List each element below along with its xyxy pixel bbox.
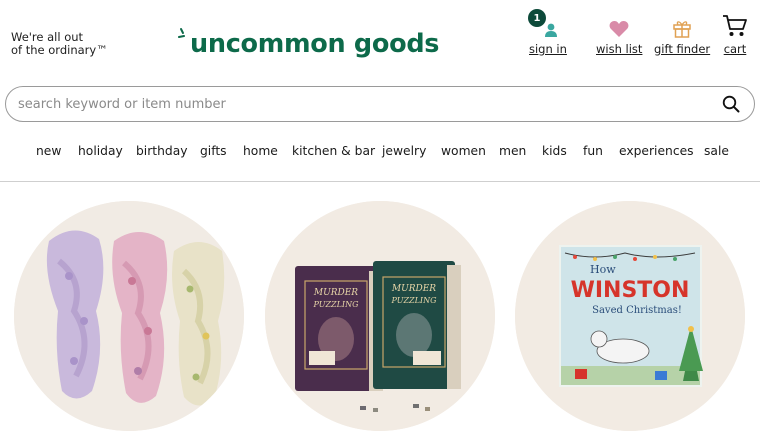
cart-link[interactable]: cart <box>722 12 748 56</box>
logo-text: uncommon goods <box>190 29 440 59</box>
puzzle-subtitle-2: PUZZLING <box>391 296 438 305</box>
nav-item-birthday[interactable]: birthday <box>136 144 188 158</box>
tagline: We're all out of the ordinary™ <box>11 31 108 57</box>
nav-item-jewelry[interactable]: jewelry <box>382 144 426 158</box>
nav-item-sale[interactable]: sale <box>704 144 729 158</box>
nav-item-men[interactable]: men <box>499 144 526 158</box>
cart-label: cart <box>723 42 747 56</box>
nav-item-home[interactable]: home <box>243 144 278 158</box>
search-icon[interactable] <box>720 93 742 115</box>
gift-finder-link[interactable]: gift finder <box>654 12 710 56</box>
logo-burst-icon <box>178 28 185 38</box>
category-nav: new holiday birthday gifts home kitchen … <box>0 144 760 162</box>
nav-item-holiday[interactable]: holiday <box>78 144 123 158</box>
cart-icon <box>723 15 747 36</box>
featured-tile-puzzle[interactable]: MURDER PUZZLING MURDER PUZZLING <box>265 201 495 431</box>
book-title-winston: WINSTON <box>571 278 690 303</box>
search-input[interactable] <box>18 96 720 112</box>
scarves-image <box>14 201 244 431</box>
featured-tile-scarves[interactable] <box>14 201 244 431</box>
sign-in-label: sign in <box>529 42 567 56</box>
featured-tile-book[interactable]: How WINSTON Saved Christmas! <box>515 201 745 431</box>
book-image: How WINSTON Saved Christmas! <box>515 201 745 431</box>
nav-item-new[interactable]: new <box>36 144 61 158</box>
nav-item-gifts[interactable]: gifts <box>200 144 227 158</box>
nav-item-fun[interactable]: fun <box>583 144 603 158</box>
heart-icon <box>609 21 629 37</box>
tagline-line-2: of the ordinary™ <box>11 43 108 57</box>
nav-item-kids[interactable]: kids <box>542 144 567 158</box>
nav-item-experiences[interactable]: experiences <box>619 144 694 158</box>
person-icon <box>544 23 557 37</box>
puzzle-title-1: MURDER <box>313 288 358 298</box>
puzzle-subtitle-1: PUZZLING <box>313 300 360 309</box>
book-title-how: How <box>590 263 616 276</box>
gift-finder-label: gift finder <box>654 42 711 56</box>
nav-item-kitchen-bar[interactable]: kitchen & bar <box>292 144 375 158</box>
search-bar <box>5 86 755 122</box>
notification-badge: 1 <box>527 9 546 27</box>
sign-in-link[interactable]: 1 sign in <box>527 9 567 56</box>
wish-list-link[interactable]: wish list <box>596 12 642 56</box>
puzzle-box-image: MURDER PUZZLING MURDER PUZZLING <box>265 201 495 431</box>
nav-item-women[interactable]: women <box>441 144 486 158</box>
book-title-rest: Saved Christmas! <box>592 305 682 316</box>
puzzle-title-2: MURDER <box>391 284 436 294</box>
nav-divider <box>0 181 760 182</box>
gift-icon <box>673 21 691 38</box>
wish-list-label: wish list <box>596 42 643 56</box>
logo[interactable]: uncommon goods <box>178 26 439 62</box>
